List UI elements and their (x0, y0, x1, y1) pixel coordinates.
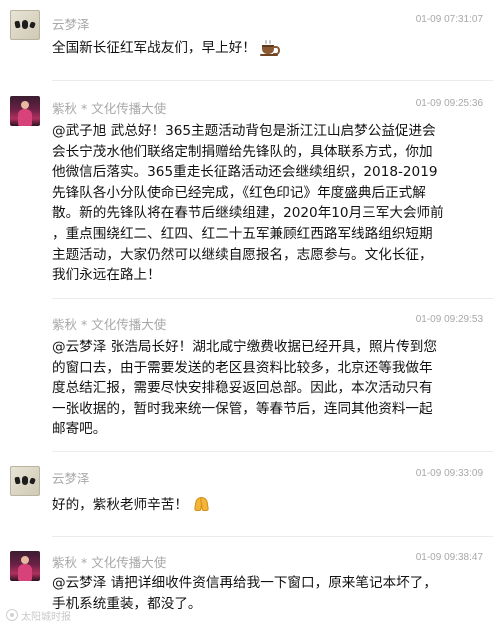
message-line: @云梦泽 请把详细收件资信再给我一下窗口，原来笔记本坏了， (52, 575, 437, 591)
message-line: 一张收据的，暂时我来统一保管，等春节后，连同其他资料一起 (52, 400, 433, 417)
message-line: 全国新长征红军战友们，早上好！ (52, 40, 256, 56)
message-line: 先锋队各小分队使命已经完成，《红色印记》年度盛典后正式解 (52, 184, 426, 201)
avatar[interactable] (10, 96, 40, 126)
calligraphy-logo-icon (14, 475, 36, 487)
message-divider (52, 451, 493, 452)
sender-name[interactable]: 紫秋 * 文化传播大使 (52, 314, 166, 333)
message-timestamp: 01-09 09:25:36 (415, 98, 483, 109)
message-line: 我们永远在路上！ (52, 267, 161, 284)
message-divider (52, 298, 493, 299)
message-line: 他微信后落实。365重走长征路活动还会继续组织，2018-2019 (52, 164, 438, 181)
praying-hands-icon (192, 495, 210, 513)
message-line: 主题活动，大家仍然可以继续自愿报名，志愿参与。文化长征， (52, 246, 433, 263)
message-line: 好的，紫秋老师辛苦！ (52, 497, 188, 513)
message-line: 度总结汇报，需要尽快安排稳妥返回总部。因此，本次活动只有 (52, 380, 433, 397)
message-timestamp: 01-09 09:38:47 (415, 552, 483, 563)
coffee-icon (259, 40, 280, 56)
calligraphy-logo-icon (14, 19, 36, 31)
message-divider (52, 536, 493, 537)
sender-name[interactable]: 云梦泽 (52, 468, 90, 487)
message-line: @武子旭 武总好！365主题活动背包是浙江江山启梦公益促进会 (52, 123, 436, 139)
watermark-logo-icon (6, 609, 18, 621)
message-line: @云梦泽 张浩局长好！湖北咸宁缴费收据已经开具，照片传到您 (52, 339, 437, 355)
message-divider (52, 80, 493, 81)
watermark: 太阳城时报 (6, 607, 71, 623)
message-line: 会长宁茂水他们联络定制捐赠给先锋队的，具体联系方式，你加 (52, 143, 433, 160)
message-line: 邮寄吧。 (52, 421, 107, 438)
message-line: 的窗口去，由于需要发送的老区县资料比较多，北京还等我做年 (52, 359, 433, 376)
watermark-text: 太阳城时报 (21, 611, 71, 623)
sender-name[interactable]: 紫秋 * 文化传播大使 (52, 98, 166, 117)
message-line: 散。新的先锋队将在春节后继续组建，2020年10月三军大会师前 (52, 205, 444, 222)
message-timestamp: 01-09 09:29:53 (415, 314, 483, 325)
sender-name[interactable]: 云梦泽 (52, 14, 90, 33)
message-line: 手机系统重装，都没了。 (52, 595, 202, 612)
message-text: 全国新长征红军战友们，早上好！ (52, 38, 484, 59)
message-timestamp: 01-09 07:31:07 (415, 14, 483, 25)
message-text: @云梦泽 张浩局长好！湖北咸宁缴费收据已经开具，照片传到您 的窗口去，由于需要发… (52, 337, 484, 440)
avatar[interactable] (10, 466, 40, 496)
message-text: @武子旭 武总好！365主题活动背包是浙江江山启梦公益促进会 会长宁茂水他们联络… (52, 121, 484, 286)
sender-name[interactable]: 紫秋 * 文化传播大使 (52, 552, 166, 571)
message-timestamp: 01-09 09:33:09 (415, 468, 483, 479)
message-line: ，重点围绕红二、红四、红二十五军兼顾红西路军线路组织短期 (52, 225, 433, 242)
avatar[interactable] (10, 551, 40, 581)
avatar[interactable] (10, 10, 40, 40)
message-text: 好的，紫秋老师辛苦！ (52, 495, 484, 516)
message-text: @云梦泽 请把详细收件资信再给我一下窗口，原来笔记本坏了， 手机系统重装，都没了… (52, 573, 484, 614)
